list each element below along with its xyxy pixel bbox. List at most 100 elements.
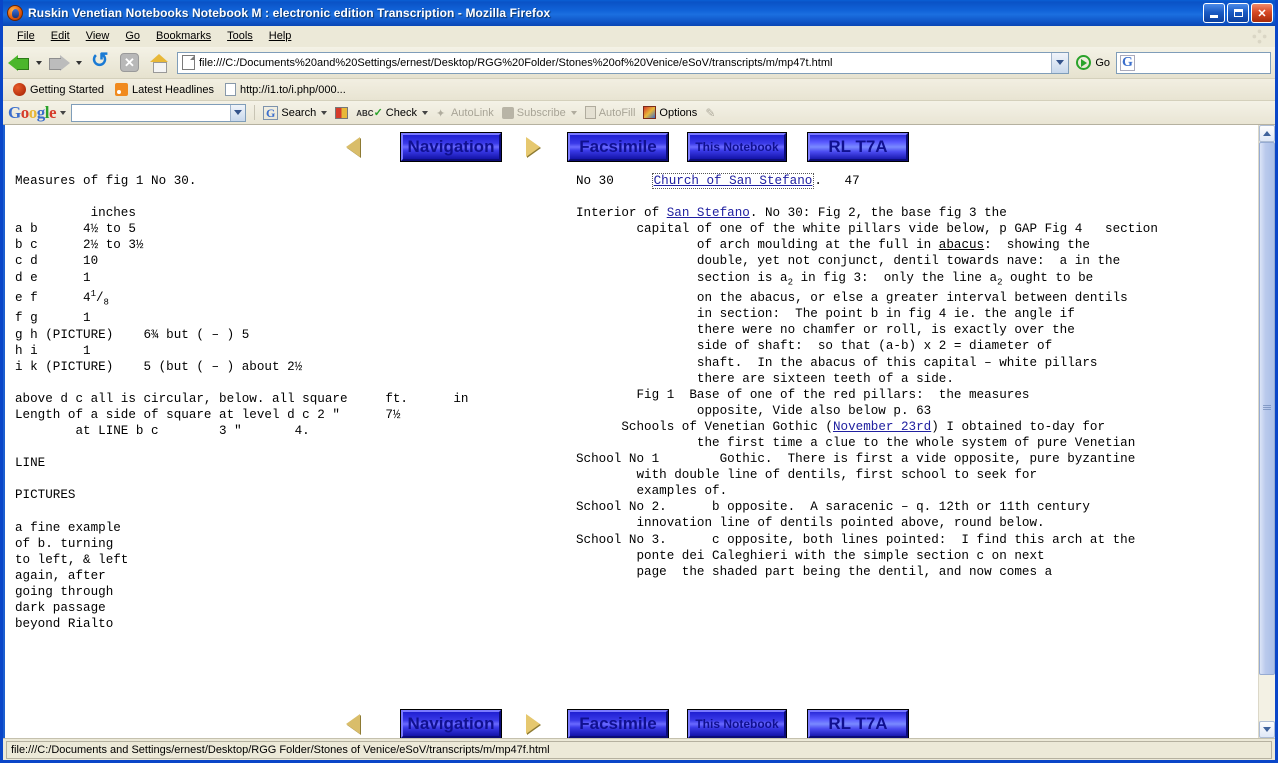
- page-number-label: No 30: [576, 174, 614, 188]
- minimize-button[interactable]: [1203, 3, 1225, 23]
- menu-tools-label: Tools: [227, 30, 253, 42]
- transcript-line: with double line of dentils, first schoo…: [576, 468, 1038, 483]
- prev-page-arrow-icon[interactable]: [341, 711, 367, 737]
- address-dropdown-button[interactable]: [1051, 52, 1069, 73]
- menu-file[interactable]: File: [9, 28, 43, 44]
- transcript-columns: Measures of fig 1 No 30. inches a b 4½ t…: [5, 161, 1258, 632]
- chevron-down-icon[interactable]: [321, 110, 328, 115]
- bookmark-i1to[interactable]: http://i1.to/i.php/000...: [221, 82, 350, 97]
- window-title: Ruskin Venetian Notebooks Notebook M : e…: [28, 6, 551, 20]
- menu-go[interactable]: Go: [117, 28, 148, 44]
- church-link[interactable]: Church of San Stefano: [651, 173, 815, 189]
- navigation-toolbar: ✕ file:///C:/Documents%20and%20Settings/…: [3, 47, 1275, 79]
- google-check-button[interactable]: ABC✓ Check: [353, 105, 431, 120]
- rlt7a-button-top[interactable]: RL T7A: [808, 133, 908, 161]
- menu-bar: File Edit View Go Bookmarks Tools Help: [3, 26, 1275, 47]
- google-menu-caret-icon[interactable]: [60, 110, 67, 115]
- transcript-line-a: section is a: [576, 270, 788, 285]
- measure-row: d e 1: [15, 270, 91, 285]
- google-search-button[interactable]: G Search: [260, 105, 330, 121]
- scroll-down-button[interactable]: [1259, 721, 1275, 738]
- google-toolbar: Google G Search ABC✓ Check ✦ AutoLink Su…: [3, 101, 1275, 125]
- scroll-up-button[interactable]: [1259, 125, 1275, 142]
- close-button[interactable]: ✕: [1251, 3, 1273, 23]
- google-g-icon: G: [263, 105, 279, 120]
- back-button[interactable]: [7, 53, 31, 73]
- note-line: at LINE b c 3 " 4.: [15, 424, 310, 439]
- facsimile-button-bottom[interactable]: Facsimile: [568, 710, 668, 738]
- menu-edit[interactable]: Edit: [43, 28, 78, 44]
- san-stefano-link[interactable]: San Stefano: [667, 206, 750, 220]
- forward-button[interactable]: [47, 53, 71, 73]
- menu-tools[interactable]: Tools: [219, 28, 261, 44]
- november-23rd-link[interactable]: November 23rd: [833, 420, 931, 434]
- reload-icon[interactable]: [90, 52, 112, 74]
- bookmark-label: Latest Headlines: [132, 83, 214, 96]
- next-page-arrow-icon[interactable]: [520, 711, 546, 737]
- abacus-gloss[interactable]: abacus: [939, 238, 984, 252]
- maximize-button[interactable]: [1227, 3, 1249, 23]
- google-autolink-button[interactable]: ✦ AutoLink: [433, 106, 497, 120]
- this-notebook-button-top[interactable]: This Notebook: [688, 133, 786, 161]
- google-highlight-button[interactable]: ✎: [702, 105, 718, 121]
- bookmark-getting-started[interactable]: Getting Started: [9, 82, 108, 97]
- measure-row-ef: e f 41/8: [15, 289, 109, 308]
- menu-help[interactable]: Help: [261, 28, 300, 44]
- scrollbar-track[interactable]: [1259, 142, 1275, 721]
- home-icon[interactable]: [148, 53, 170, 73]
- prev-page-arrow-icon[interactable]: [341, 134, 367, 160]
- google-subscribe-button[interactable]: Subscribe: [499, 106, 580, 120]
- navigation-button-top[interactable]: Navigation: [401, 133, 501, 161]
- transcript-line: examples of.: [576, 484, 728, 499]
- menu-bookmarks[interactable]: Bookmarks: [148, 28, 219, 44]
- page-nav-bottom: Navigation Facsimile This Notebook RL T7…: [5, 632, 1258, 738]
- bookmark-latest-headlines[interactable]: Latest Headlines: [111, 82, 218, 97]
- caption-line: of b. turning: [15, 536, 114, 551]
- header-suffix: . 47: [814, 174, 860, 188]
- menu-view[interactable]: View: [78, 28, 118, 44]
- transcript-line: there are sixteen teeth of a side.: [576, 371, 954, 386]
- transcript-line: School No 1 Gothic. There is first a vid…: [576, 452, 1136, 467]
- google-search-dropdown[interactable]: [230, 104, 246, 121]
- chevron-down-icon[interactable]: [570, 110, 577, 115]
- transcript-line: School No 2. b opposite. A saracenic – q…: [576, 500, 1090, 515]
- firefox-icon: [13, 83, 26, 96]
- address-bar[interactable]: file:///C:/Documents%20and%20Settings/er…: [177, 51, 1070, 74]
- caption-line: again, after: [15, 568, 106, 583]
- facsimile-button-top[interactable]: Facsimile: [568, 133, 668, 161]
- bookmark-label: http://i1.to/i.php/000...: [239, 83, 346, 96]
- web-page: Navigation Facsimile This Notebook RL T7…: [5, 125, 1258, 738]
- status-bar: file:///C:/Documents and Settings/ernest…: [3, 738, 1275, 760]
- back-history-caret-icon[interactable]: [36, 60, 42, 65]
- stop-icon[interactable]: ✕: [120, 53, 139, 72]
- navigation-button-bottom[interactable]: Navigation: [401, 710, 501, 738]
- google-search-input[interactable]: [71, 103, 247, 122]
- measure-row: b c 2½ to 3½: [15, 238, 144, 253]
- vertical-scrollbar[interactable]: [1258, 125, 1275, 738]
- scrollbar-thumb[interactable]: [1259, 142, 1275, 675]
- chevron-down-icon[interactable]: [421, 110, 428, 115]
- google-subscribe-label: Subscribe: [516, 106, 566, 119]
- rss-icon: [115, 83, 128, 96]
- chevron-down-icon: [234, 110, 243, 115]
- rlt7a-button-bottom[interactable]: RL T7A: [808, 710, 908, 738]
- measure-row: a b 4½ to 5: [15, 222, 136, 237]
- go-button[interactable]: Go: [1072, 55, 1114, 70]
- google-autofill-button[interactable]: AutoFill: [582, 105, 639, 120]
- google-options-button[interactable]: Options: [640, 105, 700, 120]
- firefox-icon: [7, 5, 23, 21]
- menu-edit-label: Edit: [50, 30, 70, 42]
- address-input[interactable]: file:///C:/Documents%20and%20Settings/er…: [199, 57, 1051, 69]
- ef-prefix: e f 4: [15, 290, 91, 305]
- this-notebook-button-bottom[interactable]: This Notebook: [688, 710, 786, 738]
- window-controls: ✕: [1203, 3, 1273, 23]
- search-bar[interactable]: G: [1116, 51, 1271, 74]
- transcript-line-post: : showing the: [984, 238, 1090, 253]
- forward-history-caret-icon[interactable]: [76, 60, 82, 65]
- transcript-line-b: in fig 3: only the line a: [793, 270, 998, 285]
- left-unit-header: inches: [15, 206, 136, 221]
- bookmarks-icon: [335, 106, 349, 119]
- google-bookmarks-button[interactable]: [332, 106, 351, 120]
- status-text: file:///C:/Documents and Settings/ernest…: [6, 740, 1272, 759]
- next-page-arrow-icon[interactable]: [520, 134, 546, 160]
